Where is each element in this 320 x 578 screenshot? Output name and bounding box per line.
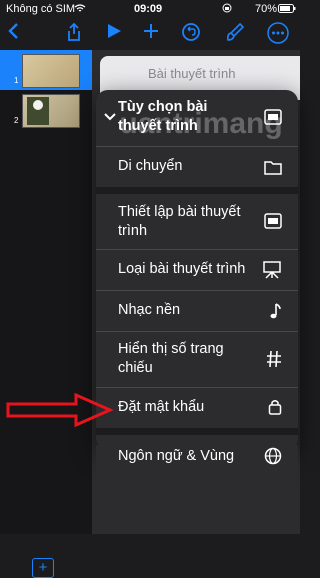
menu-item-language-region[interactable]: Ngôn ngữ & Vùng [96,445,298,489]
play-icon [108,24,121,38]
menu-item-presentation-setup[interactable]: Thiết lập bài thuyết trình [96,194,298,249]
menu-item-slide-numbers[interactable]: Hiển thị số trang chiếu [96,332,298,387]
slide-thumbnail-row[interactable]: 1 [0,50,92,90]
orientation-lock-icon [222,3,232,13]
add-slide-button[interactable]: + [32,558,54,578]
red-arrow-annotation [6,392,114,428]
slide-thumbnail[interactable] [22,54,80,88]
lock-icon [268,400,282,415]
menu-item-label: Hiển thị số trang chiếu [118,341,224,376]
easel-icon [263,261,281,279]
battery-icon [278,4,296,13]
slide-number: 2 [14,116,19,125]
slide-navigator: 1 2 + [0,50,92,578]
flower-image [27,97,49,125]
menu-item-background-music[interactable]: Nhạc nền [96,291,298,331]
group-separator [96,428,298,435]
slide-thumbnail[interactable] [22,94,80,128]
undo-button[interactable] [177,22,205,46]
wifi-icon [74,4,86,12]
share-button[interactable] [60,22,88,46]
folder-icon [264,161,282,175]
undo-icon [182,23,200,41]
watermark: uantrimang [104,107,298,155]
plus-icon [144,24,158,38]
presentation-title: Bài thuyết trình [148,66,236,81]
hash-icon [267,350,281,368]
menu-item-label: Di chuyển [118,158,183,174]
menu-item-label: Ngôn ngữ & Vùng [118,448,235,464]
paintbrush-icon [227,22,245,41]
plus-icon: + [38,559,48,576]
status-bar: Không có SIM 09:09 70% [0,0,300,18]
share-icon [68,22,80,41]
menu-item-label: Loại bài thuyết trình [118,261,246,277]
menu-item-presentation-type[interactable]: Loại bài thuyết trình [96,250,298,290]
language-menu-group: Ngôn ngữ & Vùng [96,445,298,489]
clock: 09:09 [134,3,163,15]
carrier-label: Không có SIM [6,3,76,15]
menu-item-label: Đặt mật khẩu [118,399,205,415]
chevron-left-icon [8,23,18,39]
group-separator [96,187,298,194]
music-note-icon [270,303,281,319]
more-button[interactable] [264,22,292,46]
battery-percent: 70% [255,3,278,15]
add-button[interactable] [137,22,165,46]
menu-item-label: Thiết lập bài thuyết trình [118,204,241,239]
slide-thumbnail-row[interactable]: 2 [0,90,92,130]
globe-icon [264,447,282,465]
presentation-icon [264,213,282,229]
top-toolbar [0,18,300,50]
format-button[interactable] [221,22,249,46]
watermark-text: uantrimang [119,107,283,140]
menu-item-label: Nhạc nền [118,302,181,318]
play-button[interactable] [100,22,128,46]
back-button[interactable] [0,22,28,46]
menu-item-set-password[interactable]: Đặt mật khẩu [96,388,298,428]
slide-number: 1 [14,76,19,85]
ellipsis-icon [267,22,289,44]
